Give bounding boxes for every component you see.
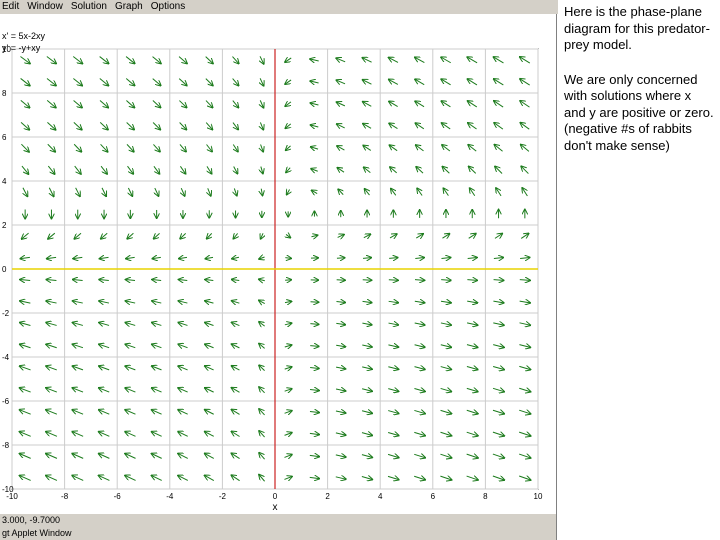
vector-arrow [441, 280, 451, 281]
x-tick-label: 0 [273, 492, 278, 501]
status-bar: 3.000, -9.7000 gt Applet Window [0, 514, 556, 540]
x-tick-label: 8 [483, 492, 488, 501]
x-axis-label: x [273, 502, 278, 513]
y-tick-label: 6 [2, 133, 7, 142]
x-tick-label: -6 [114, 492, 122, 501]
paragraph-phase-plane: Here is the phase-plane diagram for this… [564, 4, 710, 52]
x-tick-label: 2 [325, 492, 330, 501]
y-tick-label: -8 [2, 441, 10, 450]
y-tick-label: 0 [2, 265, 7, 274]
vector-arrow [336, 258, 345, 259]
vector-arrow [310, 324, 318, 325]
applet-window-label: gt Applet Window [2, 528, 72, 538]
x-tick-label: 4 [378, 492, 383, 501]
slide-text: Here is the phase-plane diagram for this… [564, 4, 714, 172]
equation-x: x' = 5x-2xy [2, 31, 45, 41]
vector-arrow [388, 280, 398, 281]
menu-graph[interactable]: Graph [115, 0, 143, 14]
menu-options[interactable]: Options [151, 0, 185, 14]
menu-solution[interactable]: Solution [71, 0, 107, 14]
applet-window: Edit Window Solution Graph Options -10 -8… [0, 0, 558, 540]
vector-arrow [467, 280, 477, 281]
equation-y: y' = -y+xy [2, 43, 41, 53]
y-tick-label: -4 [2, 353, 10, 362]
plot-panel[interactable]: -10 -8 -6 -4 -2 0 2 4 6 8 10 10 8 6 4 2 0 -2 -4 -6 -8 -10 x x… [0, 14, 556, 514]
y-tick-label: 4 [2, 177, 7, 186]
menu-window[interactable]: Window [27, 0, 63, 14]
phase-plane-chart[interactable]: -10 -8 -6 -4 -2 0 2 4 6 8 101086420-2-4-6-8-10 x [0, 14, 556, 514]
y-tick-label: -6 [2, 397, 10, 406]
y-tick-label: 8 [2, 89, 7, 98]
x-tick-label: -2 [219, 492, 227, 501]
equations: x' = 5x-2xy y' = -y+xy [2, 30, 45, 54]
coordinate-readout: 3.000, -9.7000 [2, 515, 61, 525]
y-tick-label: -10 [2, 485, 14, 494]
y-tick-label: -2 [2, 309, 10, 318]
vector-arrow [362, 280, 372, 281]
x-tick-label: -8 [61, 492, 69, 501]
y-tick-label: 2 [2, 221, 7, 230]
menu-edit[interactable]: Edit [2, 0, 19, 14]
vector-arrow [285, 280, 291, 281]
x-tick-label: 10 [534, 492, 543, 501]
x-tick-label: 6 [431, 492, 436, 501]
vector-arrow [285, 258, 291, 259]
menu-bar: Edit Window Solution Graph Options [0, 0, 558, 14]
paragraph-positive-solutions: We are only concerned with solutions whe… [564, 71, 714, 153]
vector-arrow [414, 280, 424, 281]
x-tick-label: -4 [166, 492, 174, 501]
